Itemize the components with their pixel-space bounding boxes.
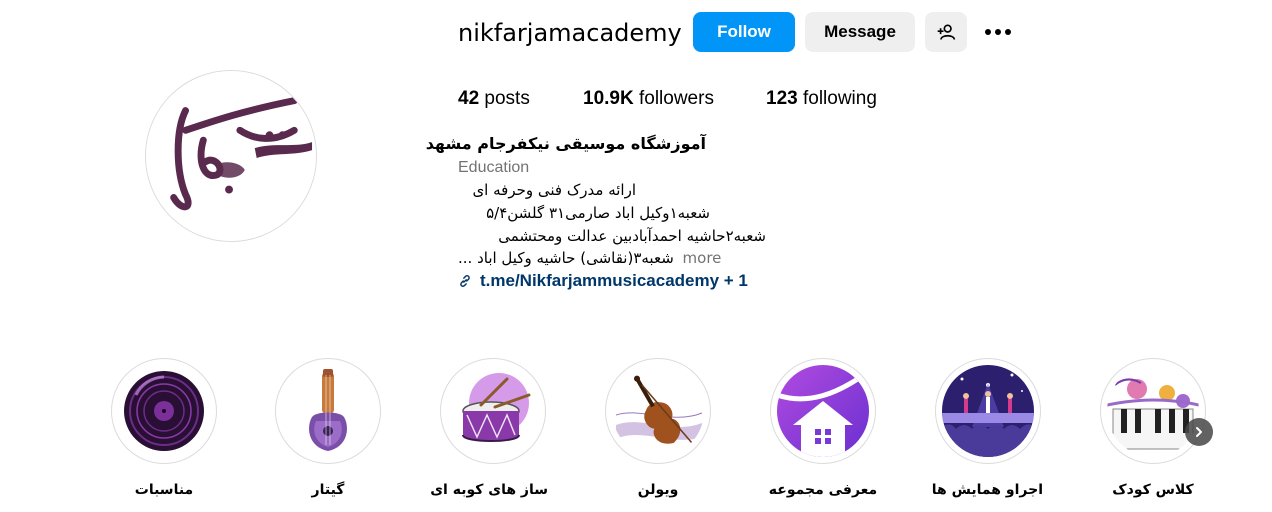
bio-link-text: t.me/Nikfarjammusicacademy + 1	[480, 271, 748, 290]
bio-line: ارائه مدرک فنی وحرفه ای	[472, 181, 636, 199]
highlight-label: معرفی مجموعه	[768, 482, 878, 498]
posts-label: posts	[484, 88, 530, 109]
following-stat[interactable]: 123 following	[766, 88, 877, 110]
highlight-item[interactable]: ساز های کوبه ای	[430, 358, 548, 498]
profile-username: nikfarjamacademy	[458, 19, 682, 47]
highlight-ring	[770, 358, 876, 464]
highlight-ring	[605, 358, 711, 464]
bio-line-truncated: شعبه۳(نقاشی) حاشیه وکیل اباد ... more	[458, 249, 721, 267]
highlight-cover	[777, 365, 869, 457]
highlight-label: ویولن	[637, 482, 679, 498]
followers-stat[interactable]: 10.9K followers	[583, 88, 714, 110]
house-icon	[777, 365, 869, 457]
highlight-item[interactable]: ویولن	[603, 358, 713, 498]
highlight-item[interactable]: گیتار	[273, 358, 383, 498]
following-count: 123	[766, 88, 798, 109]
bio-line: شعبه۳(نقاشی) حاشیه وکیل اباد ...	[458, 249, 674, 267]
highlight-item[interactable]: اجراو همایش ها	[931, 358, 1043, 498]
highlight-label: کلاس کودک	[1112, 482, 1194, 498]
drum-icon	[447, 365, 539, 457]
highlight-item[interactable]: مناسبات	[109, 358, 219, 498]
highlight-cover	[282, 365, 374, 457]
bio-line: شعبه۱وکیل اباد صارمی۳۱ گلشن۵/۴	[486, 204, 710, 222]
follow-button[interactable]: Follow	[693, 12, 795, 52]
highlight-label: اجراو همایش ها	[931, 482, 1043, 498]
guitar-icon	[282, 365, 374, 457]
highlight-cover	[612, 365, 704, 457]
highlight-ring	[275, 358, 381, 464]
bio-category: Education	[458, 159, 530, 176]
highlight-label: گیتار	[311, 482, 345, 498]
piano-kids-icon	[1107, 365, 1199, 457]
message-button[interactable]: Message	[805, 12, 915, 52]
highlight-cover	[1107, 365, 1199, 457]
vinyl-record-icon	[118, 365, 210, 457]
bio-external-link[interactable]: t.me/Nikfarjammusicacademy + 1	[458, 271, 748, 291]
bio-line: شعبه۲حاشیه احمدآبادبین عدالت ومحتشمی	[498, 227, 766, 245]
violin-icon	[612, 365, 704, 457]
academy-logo-icon	[146, 71, 316, 241]
followers-count: 10.9K	[583, 88, 634, 109]
highlight-label: مناسبات	[134, 482, 194, 498]
highlight-label: ساز های کوبه ای	[430, 482, 548, 498]
profile-avatar[interactable]	[145, 70, 317, 242]
highlights-next-button[interactable]	[1185, 418, 1213, 446]
more-options-icon	[985, 29, 1011, 35]
highlight-ring	[1100, 358, 1206, 464]
highlight-cover	[447, 365, 539, 457]
options-button[interactable]	[980, 12, 1016, 52]
highlight-item[interactable]: معرفی مجموعه	[768, 358, 878, 498]
highlight-ring	[440, 358, 546, 464]
highlight-cover	[118, 365, 210, 457]
add-user-icon	[937, 24, 956, 40]
highlight-ring	[111, 358, 217, 464]
posts-stat: 42 posts	[458, 88, 530, 110]
concert-stage-icon	[942, 365, 1034, 457]
highlight-ring	[935, 358, 1041, 464]
chevron-right-icon	[1196, 427, 1202, 437]
bio-more-link[interactable]: more	[683, 249, 722, 267]
suggested-users-button[interactable]	[925, 12, 967, 52]
highlight-cover	[942, 365, 1034, 457]
bio-full-name: آموزشگاه موسیقی نیکفرجام مشهد	[425, 134, 706, 153]
following-label: following	[802, 88, 877, 109]
posts-count: 42	[458, 88, 480, 109]
followers-label: followers	[638, 88, 714, 109]
link-icon	[460, 275, 470, 287]
